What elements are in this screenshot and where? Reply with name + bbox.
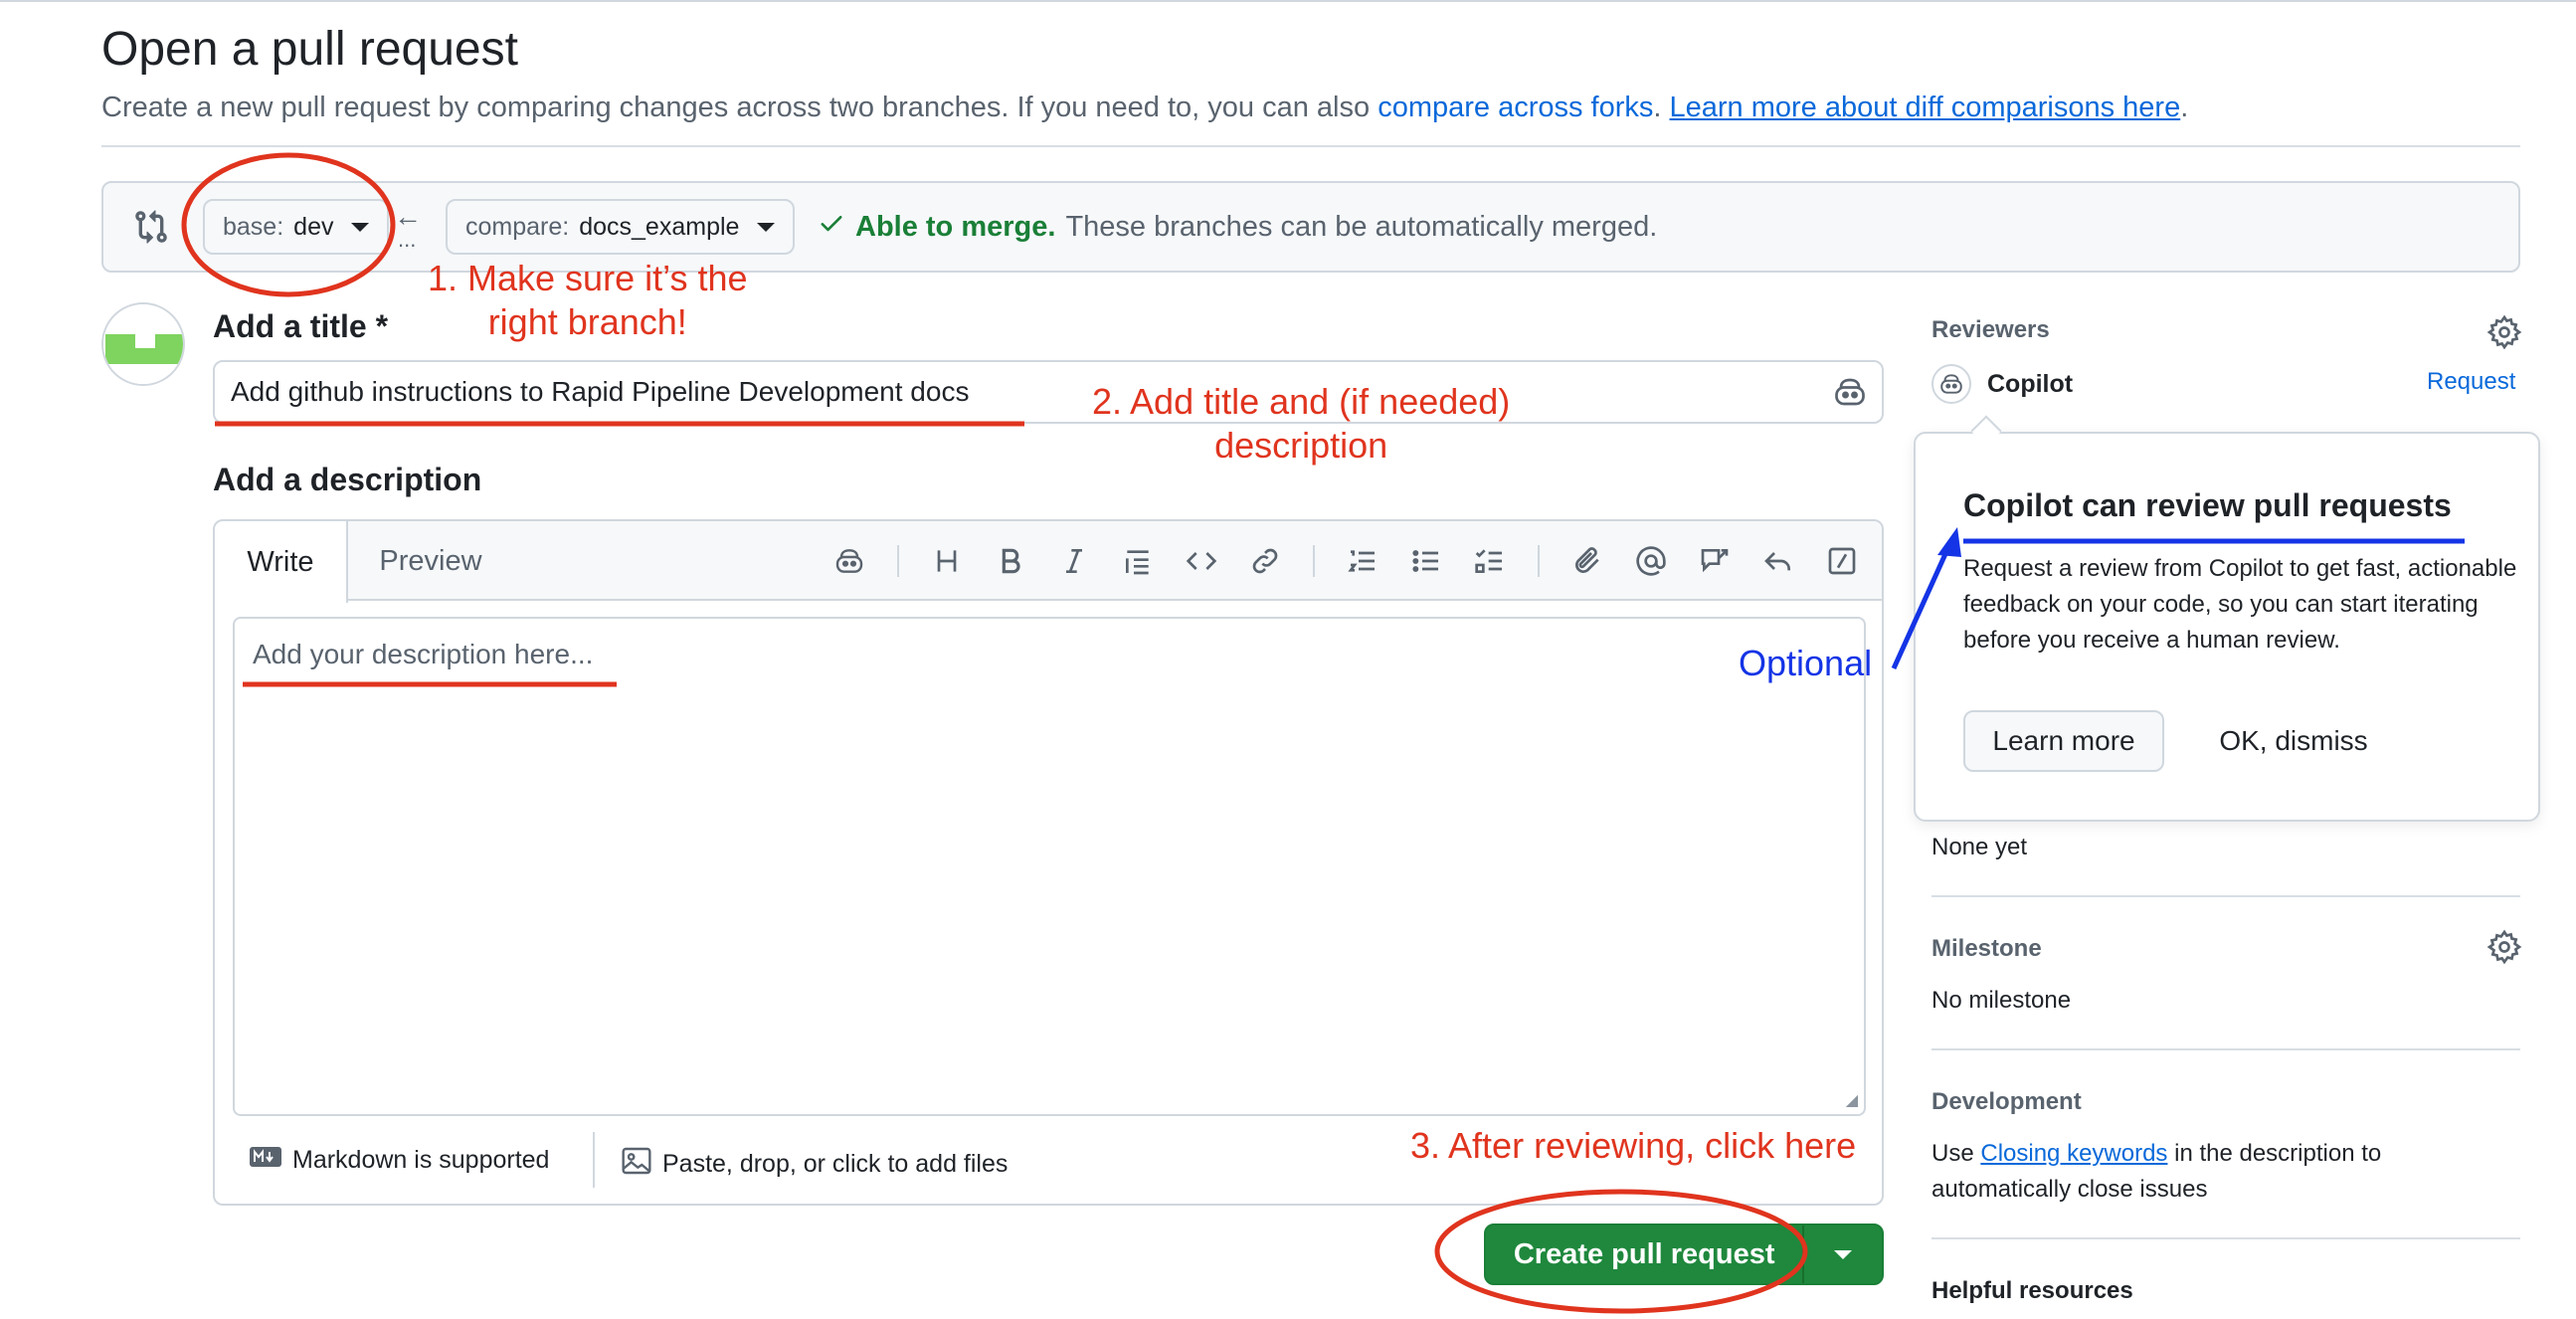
annotation-step3: 3. After reviewing, click here xyxy=(1410,1125,1857,1166)
optional-arrow-line xyxy=(1891,543,1952,670)
annotation-step1: 1. Make sure it’s the right branch! xyxy=(428,258,748,342)
annotation-optional: Optional xyxy=(1739,643,1873,683)
annotation-step2: 2. Add title and (if needed) description xyxy=(1092,381,1511,466)
optional-arrow-head xyxy=(1937,527,1961,557)
annotation-overlay xyxy=(181,152,2465,1314)
create-button-ellipse xyxy=(1434,1189,1808,1314)
branch-highlight-ellipse xyxy=(181,152,396,297)
